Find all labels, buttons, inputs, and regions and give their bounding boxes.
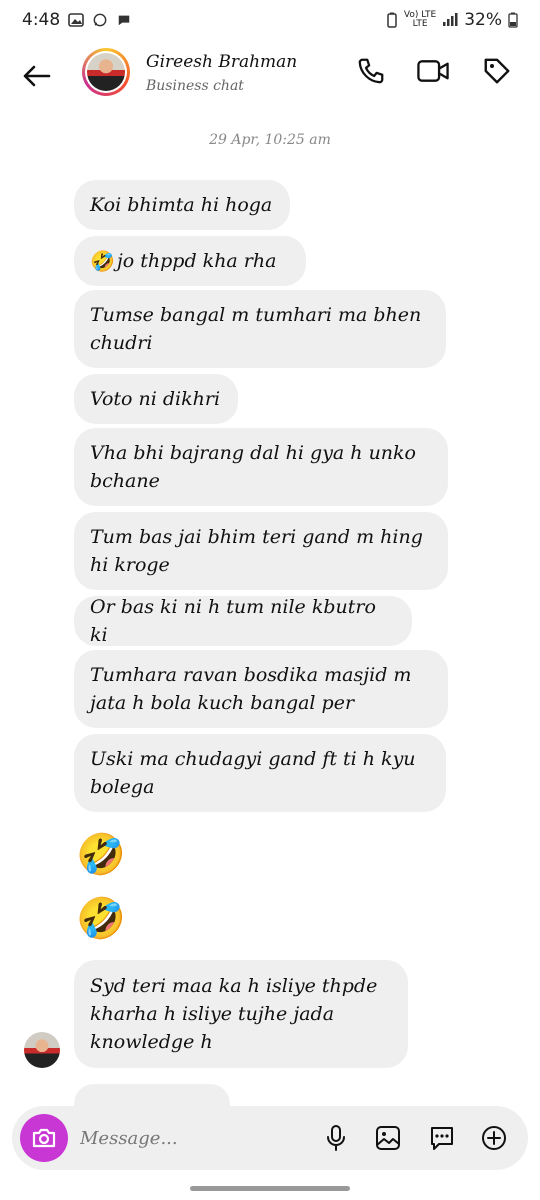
- message-text-line: Tumhara ravan bosdika masjid m: [90, 664, 412, 686]
- message-composer: [12, 1106, 528, 1170]
- message-text-line: Tumse bangal m tumhari ma bhen: [90, 304, 422, 326]
- message-bubble[interactable]: Syd teri maa ka h isliye thpde kharha h …: [74, 960, 408, 1068]
- message-text: jo thppd kha rha: [116, 250, 277, 272]
- message-bubble[interactable]: Tum bas jai bhim teri gand m hing hi kro…: [74, 512, 448, 590]
- camera-icon: [32, 1128, 56, 1148]
- message-bubble[interactable]: Voto ni dikhri: [74, 374, 238, 424]
- battery-icon: [508, 12, 518, 28]
- message-notification-icon: [118, 15, 130, 26]
- tag-icon: [484, 58, 510, 84]
- message-bubble[interactable]: Tumse bangal m tumhari ma bhen chudri: [74, 290, 446, 368]
- phone-icon: [358, 58, 384, 84]
- message-timestamp: 29 Apr, 10:25 am: [209, 132, 331, 148]
- message-text-line: Uski ma chudagyi gand ft ti h kyu: [90, 748, 416, 770]
- message-text-line: bchane: [90, 470, 160, 492]
- video-call-button[interactable]: [416, 54, 450, 88]
- message-text-line: knowledge h: [90, 1031, 213, 1053]
- rolling-laughing-emoji[interactable]: 🤣: [76, 894, 126, 944]
- avatar-photo: [87, 53, 125, 91]
- message-text-line: Tum bas jai bhim teri gand m hing: [90, 526, 423, 548]
- contact-avatar[interactable]: [82, 48, 130, 96]
- camera-button[interactable]: [20, 1114, 68, 1162]
- rolling-laughing-emoji[interactable]: 🤣: [76, 830, 126, 880]
- sticker-icon: [431, 1127, 453, 1150]
- voice-call-button[interactable]: [354, 54, 388, 88]
- plus-icon: [482, 1126, 506, 1150]
- message-text: Koi bhimta hi hoga: [90, 194, 273, 216]
- message-bubble[interactable]: Koi bhimta hi hoga: [74, 180, 290, 230]
- chat-header: Gireesh Brahman Business chat: [0, 40, 540, 110]
- message-text: Voto ni dikhri: [90, 388, 221, 410]
- message-input[interactable]: [80, 1124, 300, 1152]
- message-bubble[interactable]: Tumhara ravan bosdika masjid m jata h bo…: [74, 650, 448, 728]
- message-text-line: jata h bola kuch bangal per: [90, 692, 355, 714]
- battery-saver-icon: [387, 12, 397, 28]
- gallery-notification-icon: [68, 13, 84, 27]
- sender-avatar[interactable]: [24, 1032, 60, 1068]
- microphone-icon: [327, 1125, 345, 1151]
- gallery-icon: [376, 1126, 400, 1150]
- message-text-line: Syd teri maa ka h isliye thpde: [90, 975, 378, 997]
- voice-message-button[interactable]: [320, 1122, 352, 1154]
- back-arrow-icon: [23, 65, 51, 87]
- back-button[interactable]: [18, 58, 54, 94]
- message-bubble[interactable]: Or bas ki ni h tum nile kbutro ki: [74, 596, 412, 646]
- gallery-button[interactable]: [372, 1122, 404, 1154]
- status-bar: 4:48 Vo) LTE LTE 32%: [0, 0, 540, 40]
- more-options-button[interactable]: [478, 1122, 510, 1154]
- message-bubble[interactable]: Uski ma chudagyi gand ft ti h kyu bolega: [74, 734, 446, 812]
- sticker-button[interactable]: [426, 1122, 458, 1154]
- message-text: Or bas ki ni h tum nile kbutro ki: [90, 596, 376, 646]
- rolling-laughing-emoji: 🤣: [90, 249, 115, 273]
- message-text-line: Vha bhi bajrang dal hi gya h unko: [90, 442, 416, 464]
- message-bubble[interactable]: Vha bhi bajrang dal hi gya h unko bchane: [74, 428, 448, 506]
- message-text-line: hi kroge: [90, 554, 170, 576]
- contact-subtitle: Business chat: [146, 78, 244, 94]
- message-bubble[interactable]: 🤣 jo thppd kha rha: [74, 236, 306, 286]
- message-text-line: bolega: [90, 776, 155, 798]
- signal-icon: [443, 13, 458, 26]
- network-label: Vo) LTE LTE: [403, 10, 437, 29]
- status-time: 4:48: [22, 10, 61, 30]
- label-button[interactable]: [480, 54, 514, 88]
- video-icon: [417, 60, 449, 82]
- home-indicator[interactable]: [190, 1186, 350, 1191]
- message-text-line: chudri: [90, 332, 153, 354]
- battery-percent: 32%: [464, 10, 502, 30]
- whatsapp-notification-icon: [93, 13, 107, 27]
- message-text-line: kharha h isliye tujhe jada: [90, 1003, 335, 1025]
- contact-name[interactable]: Gireesh Brahman: [146, 52, 297, 72]
